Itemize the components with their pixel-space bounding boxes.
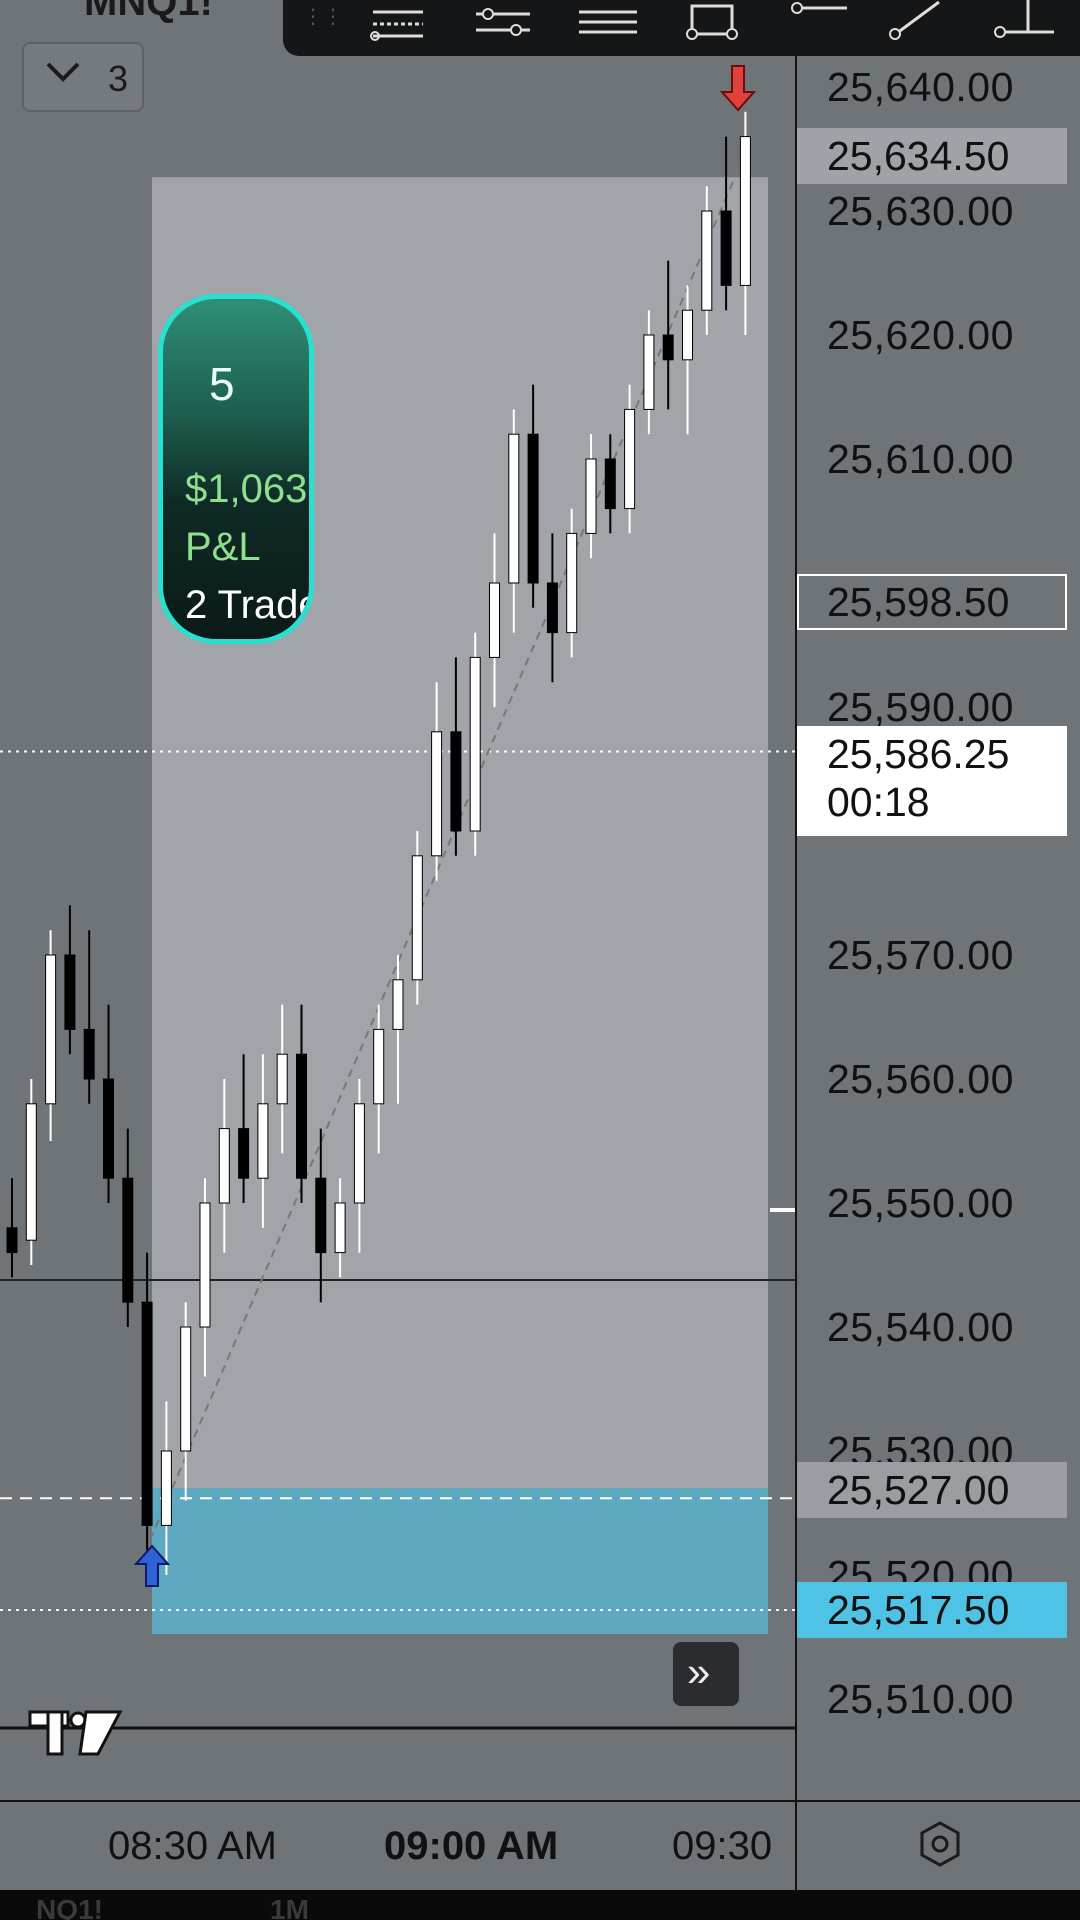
time-label: 08:30 AM	[108, 1824, 278, 1868]
candle-body	[199, 1202, 211, 1328]
pnl-summary-card[interactable]: 5 $1,063 P&L 2 Trades	[158, 294, 314, 644]
price-label: 25,630.00	[827, 188, 1014, 234]
price-label: 25,540.00	[827, 1304, 1014, 1350]
time-label: 09:30	[672, 1824, 773, 1868]
current-price-tag: 25,586.25 00:18	[797, 726, 1067, 836]
horizontal-lines-icon[interactable]	[573, 0, 643, 50]
price-axis[interactable]: 25,640.00 25,630.00 25,620.00 25,610.00 …	[795, 0, 1080, 1800]
settings-icon[interactable]	[918, 1820, 962, 1868]
drag-handle-icon[interactable]: ⋮⋮	[303, 4, 343, 29]
candle-body	[257, 1103, 269, 1179]
double-chevron-right-icon: »	[687, 1648, 711, 1695]
candle-body	[83, 1028, 95, 1080]
candle-body	[218, 1128, 230, 1204]
candle-body	[45, 954, 57, 1105]
bar-countdown: 00:18	[827, 779, 930, 825]
vertical-line-icon[interactable]	[988, 0, 1058, 50]
candle-body	[122, 1177, 134, 1303]
indicators-count: 3	[108, 58, 129, 99]
scroll-to-realtime-button[interactable]: »	[673, 1642, 739, 1706]
position-stop-zone	[152, 1488, 768, 1634]
candle-body	[662, 334, 674, 361]
candle-body	[585, 458, 597, 534]
candle-body	[315, 1177, 327, 1254]
rectangle-icon[interactable]	[678, 0, 748, 50]
candlestick-chart[interactable]	[0, 0, 795, 1800]
parallel-channel-icon[interactable]	[468, 0, 538, 50]
candle-body	[431, 731, 443, 857]
chevron-down-icon	[46, 62, 80, 82]
bottom-status-strip: NQ1! 1M	[0, 1890, 1080, 1920]
candle-body	[6, 1227, 18, 1254]
price-label: 25,640.00	[827, 64, 1014, 110]
pnl-value: $1,063	[185, 467, 308, 511]
horizontal-ray-icon[interactable]	[783, 0, 853, 50]
candle-body	[180, 1326, 192, 1452]
price-label: 25,560.00	[827, 1056, 1014, 1102]
bottom-interval: 1M	[270, 1894, 309, 1920]
candle-body	[546, 582, 558, 634]
candle-body	[238, 1128, 250, 1179]
candle-body	[527, 433, 539, 584]
candle-body	[353, 1103, 365, 1204]
symbol-text: MNQ1!	[84, 0, 213, 24]
candle-body	[720, 210, 732, 286]
price-label: 25,590.00	[827, 684, 1014, 730]
candle-body	[643, 334, 655, 410]
pnl-trades: 2 Trades	[185, 583, 309, 627]
candle-body	[682, 309, 693, 361]
candle-body	[508, 433, 520, 584]
candle-body	[469, 656, 481, 832]
candle-body	[296, 1053, 307, 1179]
candle-body	[141, 1301, 153, 1526]
tradingview-logo	[28, 1710, 123, 1756]
symbol-label[interactable]: MNQ1!	[20, 0, 213, 25]
time-label-highlight: 09:00 AM	[384, 1824, 559, 1868]
candle-body	[64, 954, 76, 1030]
candle-body	[566, 532, 578, 634]
pnl-trade-number: 5	[209, 358, 235, 410]
candle-body	[624, 408, 636, 510]
high-price-tag: 25,634.50	[797, 128, 1067, 184]
price-label: 25,510.00	[827, 1676, 1014, 1722]
drawing-toolbar[interactable]: ⋮⋮	[283, 0, 1080, 56]
candle-body	[392, 979, 404, 1030]
candle-body	[450, 731, 462, 832]
candle-body	[489, 582, 500, 658]
candle-body	[604, 458, 616, 510]
price-label: 25,570.00	[827, 932, 1014, 978]
price-label: 25,610.00	[827, 436, 1014, 482]
candle-body	[739, 136, 751, 286]
axis-divider	[795, 1802, 797, 1892]
bottom-symbol: NQ1!	[36, 1894, 103, 1920]
candle-body	[160, 1450, 172, 1526]
price-label: 25,550.00	[827, 1180, 1014, 1226]
candle-body	[334, 1202, 346, 1254]
candle-body	[411, 855, 423, 981]
pnl-label: P&L	[185, 525, 261, 569]
candle-body	[276, 1053, 288, 1105]
time-axis[interactable]: 08:30 AM 09:00 AM 09:30	[0, 1800, 1080, 1892]
price-label: 25,620.00	[827, 312, 1014, 358]
stop-price-tag: 25,517.50	[797, 1582, 1067, 1638]
candle-body	[373, 1028, 385, 1105]
trend-line-icon[interactable]	[883, 0, 953, 50]
sell-arrow-icon	[719, 65, 757, 112]
candle-body	[103, 1078, 114, 1179]
entry-price-tag: 25,527.00	[797, 1462, 1067, 1518]
current-price: 25,586.25	[827, 731, 1010, 777]
crosshair-price-tag: 25,598.50	[797, 574, 1067, 630]
fib-retracement-icon[interactable]	[363, 0, 433, 50]
candle-body	[25, 1103, 37, 1241]
chart-area[interactable]: MNQ1! 3 5 $1,063 P&L 2 Trades »	[0, 0, 795, 1800]
indicators-collapse-button[interactable]: 3	[22, 42, 144, 112]
candle-body	[701, 210, 713, 311]
